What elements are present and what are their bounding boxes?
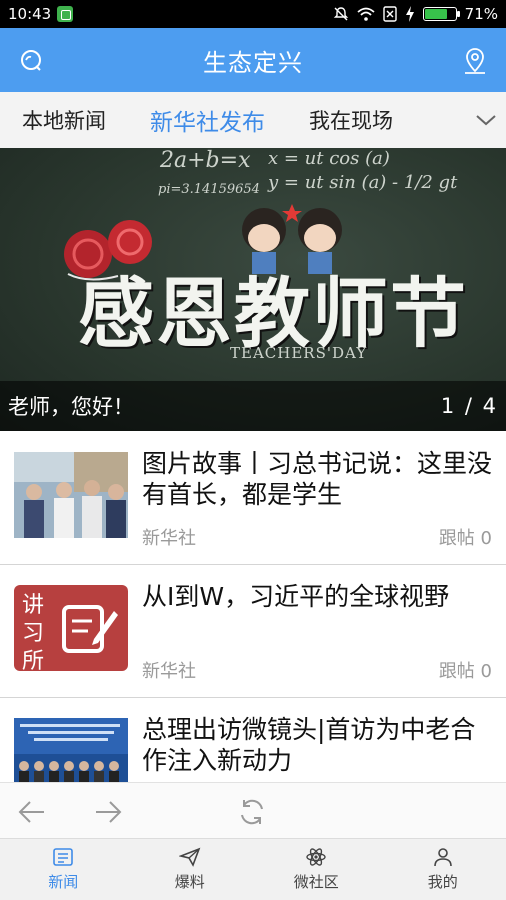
news-source: 新华社 [142, 528, 196, 549]
wifi-icon [357, 7, 375, 21]
banner-caption-bar: 老师，您好！ 1 / 4 [0, 381, 506, 431]
news-title: 图片故事丨习总书记说：这里没有首长，都是学生 [142, 449, 493, 509]
location-icon[interactable] [460, 46, 490, 76]
banner-sub-text: TEACHERS'DAY [230, 344, 368, 362]
news-thumbnail: 讲 习 所 [14, 585, 128, 671]
charging-icon [405, 6, 414, 22]
news-reply-count: 跟帖 0 [438, 528, 492, 549]
bottom-tab-label: 新闻 [48, 873, 79, 891]
category-tabs: 本地新闻 新华社发布 我在现场 [0, 92, 506, 148]
news-item[interactable]: 图片故事丨习总书记说：这里没有首长，都是学生 新华社 跟帖 0 [0, 432, 506, 565]
app-notification-icon [57, 6, 74, 22]
more-tabs-button[interactable] [466, 92, 506, 148]
notebook-pen-icon [62, 605, 118, 653]
bottom-tab-tipoff[interactable]: 爆料 [127, 839, 254, 900]
news-item[interactable]: 讲 习 所 从I到W，习近平的全球视野 新华社 跟帖 0 [0, 565, 506, 698]
back-arrow-icon[interactable] [16, 796, 48, 828]
user-icon [433, 848, 452, 867]
chalk-equation: pi=3.14159654 [158, 182, 260, 197]
news-list: 图片故事丨习总书记说：这里没有首长，都是学生 新华社 跟帖 0 讲 习 所 从I… [0, 432, 506, 782]
banner-caption: 老师，您好！ [8, 395, 134, 419]
app-header: 生态定兴 [0, 28, 506, 92]
send-icon [178, 847, 201, 867]
news-thumbnail [14, 452, 128, 538]
news-title: 总理出访微镜头|首访为中老合作注入新动力 [142, 715, 476, 775]
refresh-icon[interactable] [236, 796, 268, 828]
banner-carousel[interactable]: 2a+b=x x = ut cos (a) y = ut sin (a) - 1… [0, 148, 506, 431]
chalk-equation: y = ut sin (a) - 1/2 gt [268, 172, 458, 193]
browser-nav-bar [0, 782, 506, 838]
bottom-tab-news[interactable]: 新闻 [0, 839, 127, 900]
news-thumbnail [14, 718, 128, 782]
atom-icon [306, 848, 326, 866]
page-title: 生态定兴 [203, 48, 303, 77]
thumb-text: 所 [22, 649, 45, 671]
bottom-tab-community[interactable]: 微社区 [253, 839, 380, 900]
chevron-down-icon [476, 115, 496, 126]
battery-icon [422, 7, 460, 21]
bottom-tab-label: 我的 [427, 873, 458, 891]
sim-off-icon [382, 6, 397, 22]
chat-search-icon[interactable] [16, 46, 46, 76]
mute-icon [333, 7, 348, 21]
chalk-equation: x = ut cos (a) [268, 148, 390, 169]
bottom-tab-label: 微社区 [293, 873, 339, 891]
news-source: 新华社 [142, 661, 196, 682]
status-bar: 10:43 71% [0, 0, 506, 28]
news-reply-count: 跟帖 0 [438, 661, 492, 682]
news-icon [53, 848, 74, 866]
bottom-tab-bar: 新闻 爆料 微社区 我的 [0, 838, 506, 900]
tab-xinhua[interactable]: 新华社发布 [128, 103, 287, 137]
chalk-equation: 2a+b=x [160, 148, 251, 173]
banner-pager: 1 / 4 [440, 394, 498, 418]
tab-on-site[interactable]: 我在现场 [287, 105, 415, 135]
battery-percent: 71% [464, 5, 498, 23]
status-time: 10:43 [8, 5, 52, 23]
bottom-tab-label: 爆料 [174, 873, 205, 891]
bottom-tab-mine[interactable]: 我的 [380, 839, 506, 900]
forward-arrow-icon[interactable] [92, 796, 124, 828]
news-title: 从I到W，习近平的全球视野 [142, 582, 450, 611]
tab-local-news[interactable]: 本地新闻 [0, 105, 128, 135]
news-item[interactable]: 总理出访微镜头|首访为中老合作注入新动力 [0, 698, 506, 782]
